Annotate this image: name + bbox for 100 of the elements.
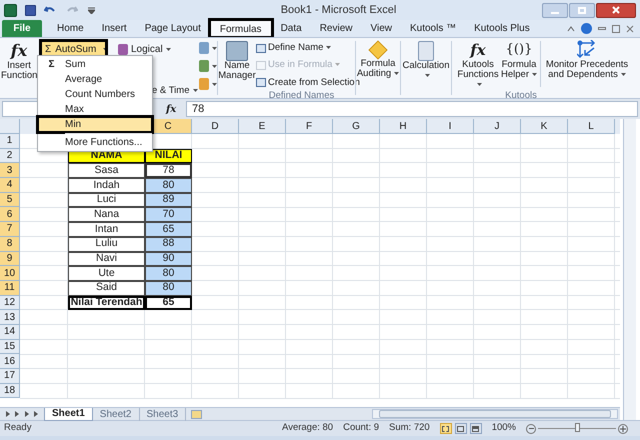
row-header[interactable]: 16 (0, 354, 20, 369)
menu-item[interactable]: Average (38, 72, 152, 87)
sigma-icon: Σ (45, 42, 52, 57)
table-cell: Said (68, 280, 145, 296)
caret-icon (532, 72, 537, 76)
row-header[interactable]: 10 (0, 266, 20, 281)
ribbon-tab[interactable]: Kutools ™ (400, 20, 466, 37)
caret-icon (192, 88, 198, 92)
menu-item[interactable]: Max (38, 102, 152, 117)
formula-field[interactable]: 78 (186, 101, 638, 117)
column-header[interactable]: E (239, 119, 286, 134)
row-header[interactable]: 11 (0, 280, 20, 296)
caret-icon (212, 46, 217, 50)
minimize-button[interactable] (542, 2, 568, 18)
page-layout-icon[interactable] (454, 423, 467, 434)
table-cell: 89 (145, 192, 192, 208)
formula-helper-icon: {()} (506, 40, 532, 60)
menu-item[interactable]: More Functions... (38, 135, 152, 150)
insert-function-button[interactable]: Insert Function (1, 61, 37, 81)
row-header[interactable]: 6 (0, 207, 20, 222)
close-workbook-icon[interactable] (626, 24, 634, 32)
table-cell: 78 (145, 163, 192, 178)
table-cell: 80 (145, 178, 192, 193)
menu-item-label: Average (65, 73, 102, 87)
status-count: Count: 9 (343, 421, 380, 436)
zoom-out-button[interactable] (526, 424, 536, 434)
restore-workbook-icon[interactable] (612, 24, 620, 32)
zoom-slider-thumb[interactable] (575, 423, 580, 432)
row-header[interactable]: 14 (0, 324, 20, 340)
row-header[interactable]: 7 (0, 222, 20, 237)
row-header[interactable]: 2 (0, 148, 20, 164)
column-header[interactable]: F (286, 119, 333, 134)
menu-item-label: Count Numbers (65, 88, 136, 102)
logical-button[interactable]: Logical (131, 42, 171, 57)
row-header[interactable]: 17 (0, 369, 20, 384)
column-header[interactable]: L (568, 119, 615, 134)
customize-icon[interactable] (88, 6, 95, 14)
menu-item[interactable]: Count Numbers (38, 87, 152, 102)
table-cell: 80 (145, 266, 192, 281)
ribbon-tab[interactable]: Review (310, 20, 362, 37)
column-header[interactable]: K (521, 119, 568, 134)
row-header[interactable]: 1 (0, 134, 20, 149)
caret-icon (335, 63, 340, 66)
column-header[interactable]: G (333, 119, 380, 134)
table-cell: Ute (68, 266, 145, 281)
row-header[interactable]: 9 (0, 252, 20, 266)
table-cell: Intan (68, 222, 145, 237)
group-label: Kutools (504, 90, 538, 102)
minimize-workbook-icon[interactable] (598, 27, 606, 30)
maximize-button[interactable] (569, 2, 595, 18)
table-cell: 90 (145, 252, 192, 266)
kutools-functions-icon: fx (470, 40, 486, 60)
column-header[interactable]: H (380, 119, 427, 134)
insert-function-fx[interactable]: fx (166, 102, 184, 116)
status-mode: Ready (4, 421, 32, 436)
file-tab[interactable]: File (2, 20, 42, 37)
menu-item[interactable]: Min (38, 117, 152, 132)
table-cell: 80 (145, 280, 192, 296)
ribbon-tab[interactable]: Insert (92, 20, 136, 37)
formula-helper-button[interactable]: Formula Helper (501, 60, 537, 80)
table-cell: 70 (145, 207, 192, 222)
ribbon-tab[interactable]: Formulas (210, 20, 272, 37)
table-cell: Luliu (68, 236, 145, 252)
table-cell: 88 (145, 236, 192, 252)
defined-name-button[interactable]: Define Name (268, 41, 332, 56)
ribbon-tab[interactable]: Home (48, 20, 93, 37)
column-header[interactable]: I (427, 119, 474, 134)
close-button[interactable] (596, 2, 636, 18)
column-header[interactable]: J (474, 119, 521, 134)
name-manager-button[interactable]: Name Manager (218, 61, 256, 81)
row-header[interactable]: 15 (0, 340, 20, 354)
row-header[interactable]: 18 (0, 384, 20, 398)
ribbon-collapse-icon[interactable] (567, 26, 575, 32)
row-header[interactable]: 4 (0, 178, 20, 193)
caret-icon (326, 46, 332, 49)
ribbon-tab[interactable]: View (361, 20, 401, 37)
monitor-precedents-button[interactable]: Monitor Precedents and Dependents (544, 60, 630, 80)
table-cell: Luci (68, 192, 145, 208)
ribbon-tab[interactable]: Kutools Plus (465, 20, 539, 37)
caret-icon (212, 64, 217, 68)
row-header[interactable]: 8 (0, 236, 20, 252)
zoom-in-button[interactable] (618, 424, 628, 434)
help-icon[interactable] (581, 23, 592, 34)
grid-view-icon[interactable] (440, 423, 452, 434)
row-header[interactable]: 12 (0, 296, 20, 310)
row-header[interactable]: 3 (0, 163, 20, 178)
calculation-button[interactable]: Calculation (401, 61, 451, 81)
ribbon-tab[interactable]: Page Layout (136, 20, 210, 37)
menu-item[interactable]: Σ Sum (38, 57, 152, 72)
menu-item-label: Sum (65, 58, 86, 72)
sheet-tab[interactable]: Sheet1 (44, 408, 93, 420)
caret-icon (212, 82, 217, 86)
caret-icon (166, 48, 171, 51)
caret-icon (477, 82, 482, 86)
ribbon-tab[interactable]: Data (272, 20, 311, 37)
page-break-icon[interactable] (470, 423, 482, 434)
row-header[interactable]: 5 (0, 192, 20, 208)
kutools-functions-button[interactable]: Kutools Functions (455, 60, 501, 90)
row-header[interactable]: 13 (0, 310, 20, 325)
column-header[interactable]: D (192, 119, 239, 134)
